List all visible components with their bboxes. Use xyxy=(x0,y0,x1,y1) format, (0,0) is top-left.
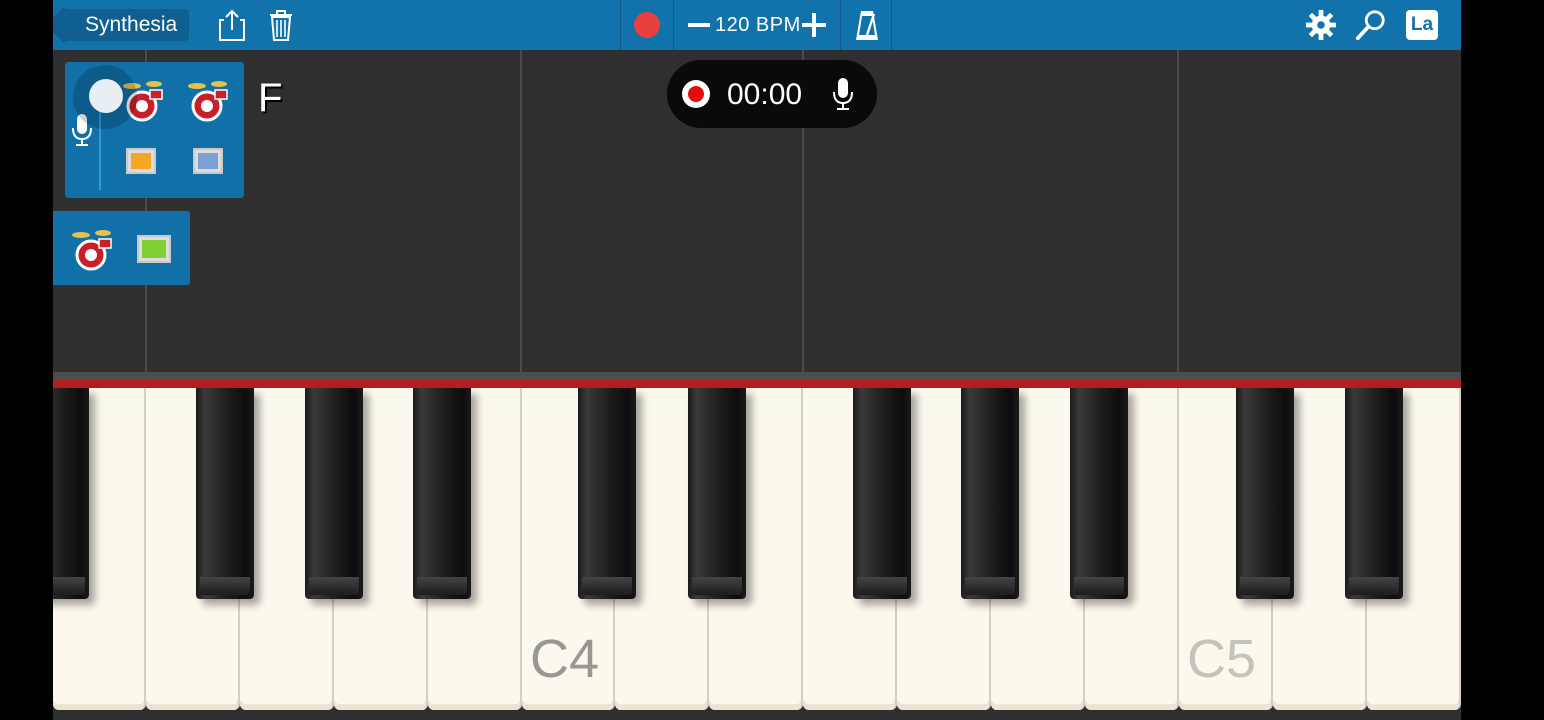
keyboard-divider xyxy=(53,372,1461,380)
toolbar-divider xyxy=(840,0,841,50)
tempo-decrease-button[interactable] xyxy=(688,23,710,27)
black-key[interactable] xyxy=(413,388,471,599)
black-key[interactable] xyxy=(961,388,1019,599)
track-block[interactable] xyxy=(53,211,190,285)
recorder-time: 00:00 xyxy=(727,78,803,111)
black-key[interactable] xyxy=(1070,388,1128,599)
toolbar-divider xyxy=(891,0,892,50)
microphone-icon[interactable] xyxy=(830,76,856,112)
tempo-label[interactable]: 120 BPM xyxy=(715,14,801,37)
tempo-increase-button[interactable] xyxy=(802,13,826,37)
black-key[interactable] xyxy=(196,388,254,599)
touch-indicator xyxy=(73,65,137,129)
app-window: Synthesia 120 BPM La F 00:00 C4 C5 xyxy=(53,0,1461,720)
toolbar-divider xyxy=(673,0,674,50)
orange-pad[interactable] xyxy=(126,148,156,174)
toolbar: Synthesia 120 BPM La xyxy=(53,0,1461,50)
trash-icon[interactable] xyxy=(265,8,297,42)
blue-pad[interactable] xyxy=(193,148,223,174)
black-key[interactable] xyxy=(688,388,746,599)
octave-label-c5: C5 xyxy=(1187,629,1257,689)
gear-icon[interactable] xyxy=(1305,8,1337,42)
back-button[interactable]: Synthesia xyxy=(61,9,190,41)
search-icon[interactable] xyxy=(1355,8,1387,42)
black-key[interactable] xyxy=(305,388,363,599)
record-button[interactable] xyxy=(634,12,660,38)
language-icon[interactable]: La xyxy=(1406,10,1438,40)
black-key[interactable] xyxy=(853,388,911,599)
black-key[interactable] xyxy=(1236,388,1294,599)
drum-kit-icon[interactable] xyxy=(69,225,113,273)
green-pad[interactable] xyxy=(137,235,171,263)
key-signature-label: F xyxy=(258,76,283,120)
toolbar-divider xyxy=(620,0,621,50)
octave-label-c4: C4 xyxy=(530,629,600,689)
metronome-icon[interactable] xyxy=(851,8,883,42)
drum-kit-icon[interactable] xyxy=(185,76,229,124)
keyboard-accent-strip xyxy=(53,380,1461,388)
black-key[interactable] xyxy=(1345,388,1403,599)
grid-line xyxy=(520,50,522,372)
back-button-label: Synthesia xyxy=(85,13,178,36)
recorder-pill: 00:00 xyxy=(667,60,877,128)
black-key[interactable] xyxy=(578,388,636,599)
grid-line xyxy=(1177,50,1179,372)
recorder-record-button[interactable] xyxy=(682,80,710,108)
share-icon[interactable] xyxy=(216,8,248,42)
black-key[interactable] xyxy=(53,388,89,599)
piano-keyboard: C4 C5 xyxy=(53,388,1461,720)
